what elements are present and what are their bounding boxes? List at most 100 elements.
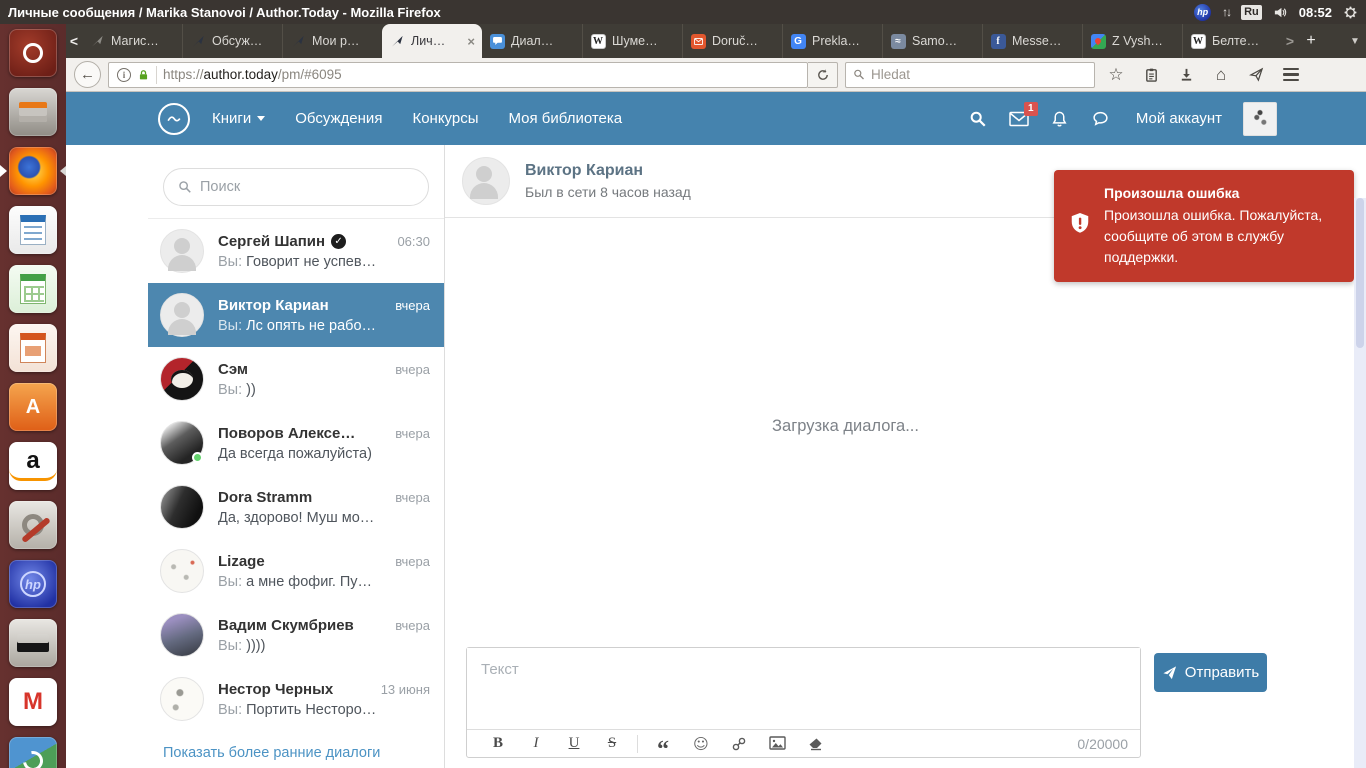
- dialog-item-3[interactable]: Поворов Алексе…вчераДа всегда пожалуйста…: [148, 411, 444, 475]
- dialog-search[interactable]: [163, 168, 429, 206]
- tab-close-icon[interactable]: ×: [467, 34, 475, 49]
- tab-label: Шуме…: [612, 34, 658, 48]
- url-bar[interactable]: i https://author.today/pm/#6095: [108, 62, 808, 88]
- all-tabs-icon[interactable]: ▼: [1344, 36, 1366, 47]
- wikipedia-favicon: W: [590, 33, 606, 49]
- browser-tab-active[interactable]: Лич…×: [382, 24, 482, 58]
- browser-tab-2[interactable]: Мои р…: [282, 24, 382, 58]
- browser-tab-8[interactable]: ≈Samo…: [882, 24, 982, 58]
- message-input[interactable]: [467, 648, 1140, 724]
- link-icon[interactable]: [720, 736, 758, 752]
- bold-icon[interactable]: B: [479, 735, 517, 752]
- ubuntu-software-icon[interactable]: A: [9, 383, 57, 431]
- account-label[interactable]: Мой аккаунт: [1136, 110, 1222, 127]
- dialog-avatar: [160, 549, 204, 593]
- hp-device-manager-icon[interactable]: hp: [9, 560, 57, 608]
- new-tab-button[interactable]: +: [1298, 32, 1324, 50]
- gmail-icon[interactable]: M: [9, 678, 57, 726]
- send-tab-icon[interactable]: [1242, 61, 1270, 89]
- browser-tab-6[interactable]: Doruč…: [682, 24, 782, 58]
- dialog-item-7[interactable]: Нестор Черных13 июняВы:Портить Несторо…: [148, 667, 444, 731]
- dialog-item-5[interactable]: LizageвчераВы:а мне фофиг. Пу…: [148, 539, 444, 603]
- dialog-search-input[interactable]: [200, 179, 414, 195]
- dialog-item-6[interactable]: Вадим СкумбриеввчераВы:)))): [148, 603, 444, 667]
- clock[interactable]: 08:52: [1299, 5, 1332, 20]
- nav-link-2[interactable]: Конкурсы: [412, 110, 478, 127]
- tab-scroll-right-icon[interactable]: >: [1282, 24, 1298, 58]
- nav-link-0[interactable]: Книги: [212, 110, 265, 127]
- shield-alert-icon: [1069, 212, 1091, 236]
- browser-tab-1[interactable]: Обсуж…: [182, 24, 282, 58]
- libreoffice-calc-icon[interactable]: [9, 265, 57, 313]
- system-settings-icon[interactable]: [9, 501, 57, 549]
- tab-label: Doruč…: [712, 34, 758, 48]
- amazon-icon[interactable]: a: [9, 442, 57, 490]
- bookmark-star-icon[interactable]: ☆: [1102, 61, 1130, 89]
- firefox-icon[interactable]: [9, 147, 57, 195]
- libreoffice-writer-icon[interactable]: [9, 206, 57, 254]
- search-bar[interactable]: [845, 62, 1095, 88]
- eraser-icon[interactable]: [796, 737, 834, 751]
- volume-icon[interactable]: [1273, 5, 1288, 20]
- site-search-icon[interactable]: [968, 109, 988, 129]
- nav-link-3[interactable]: Моя библиотека: [509, 110, 623, 127]
- back-button[interactable]: ←: [74, 61, 101, 88]
- online-dot: [192, 452, 203, 463]
- hp-tray-icon[interactable]: hp: [1194, 4, 1211, 21]
- facebook-favicon: f: [990, 33, 1006, 49]
- simple-scan-icon[interactable]: [9, 619, 57, 667]
- search-input[interactable]: [871, 67, 1087, 82]
- author-today-logo[interactable]: [158, 103, 190, 135]
- image-icon[interactable]: [758, 736, 796, 751]
- tab-scroll-left-icon[interactable]: <: [66, 24, 82, 58]
- dialog-avatar: [160, 613, 204, 657]
- comments-bubble-icon[interactable]: [1091, 109, 1111, 129]
- https-lock-icon[interactable]: [137, 68, 150, 82]
- desktop-top-panel: Личные сообщения / Marika Stanovoi / Aut…: [0, 0, 1366, 24]
- browser-tab-10[interactable]: Z Vysh…: [1082, 24, 1182, 58]
- dialog-item-2[interactable]: СэмвчераВы:)): [148, 347, 444, 411]
- browser-tab-4[interactable]: Диал…: [482, 24, 582, 58]
- library-icon[interactable]: [1137, 61, 1165, 89]
- browser-tab-5[interactable]: W Шуме…: [582, 24, 682, 58]
- smiley-icon[interactable]: ☺: [682, 735, 720, 753]
- home-icon[interactable]: ⌂: [1207, 61, 1235, 89]
- keyboard-layout-indicator[interactable]: Ru: [1241, 5, 1262, 20]
- tab-bar: < Магис…Обсуж…Мои р…Лич…×Диал… W Шуме… Doru…: [66, 24, 1366, 58]
- libreoffice-impress-icon[interactable]: [9, 324, 57, 372]
- underline-icon[interactable]: U: [555, 735, 593, 752]
- reload-icon[interactable]: [808, 62, 838, 88]
- browser-tab-7[interactable]: GPrekla…: [782, 24, 882, 58]
- page-scrollbar[interactable]: [1354, 198, 1366, 768]
- dialog-avatar: [160, 421, 204, 465]
- tab-label: Белте…: [1212, 34, 1259, 48]
- files-icon[interactable]: [9, 88, 57, 136]
- show-earlier-dialogs-link[interactable]: Показать более ранние диалоги: [163, 745, 380, 761]
- dialog-preview: Вы:)))): [218, 638, 430, 654]
- dialog-item-0[interactable]: Сергей Шапин✓06:30Вы:Говорит не успев…: [148, 219, 444, 283]
- quote-icon[interactable]: “: [644, 733, 682, 755]
- browser-tab-0[interactable]: Магис…: [82, 24, 182, 58]
- browser-tab-9[interactable]: fMesse…: [982, 24, 1082, 58]
- italic-icon[interactable]: I: [517, 735, 555, 752]
- peer-avatar[interactable]: [462, 157, 510, 205]
- strikethrough-icon[interactable]: S: [593, 735, 631, 752]
- network-arrows-icon[interactable]: ↑↓: [1222, 5, 1230, 19]
- page-info-icon[interactable]: i: [117, 68, 131, 82]
- ubuntu-dash-icon[interactable]: [9, 29, 57, 77]
- session-gear-icon[interactable]: [1343, 5, 1358, 20]
- messages-envelope-icon[interactable]: 1: [1009, 109, 1029, 129]
- software-updater-icon[interactable]: [9, 737, 57, 768]
- download-icon[interactable]: [1172, 61, 1200, 89]
- url-text[interactable]: https://author.today/pm/#6095: [163, 67, 342, 82]
- scrollbar-thumb[interactable]: [1356, 198, 1364, 348]
- menu-icon[interactable]: [1277, 61, 1305, 89]
- notifications-bell-icon[interactable]: [1050, 109, 1070, 129]
- dialog-item-4[interactable]: Dora StrammвчераДа, здорово! Муш мо…: [148, 475, 444, 539]
- nav-link-1[interactable]: Обсуждения: [295, 110, 382, 127]
- send-button[interactable]: Отправить: [1154, 653, 1267, 692]
- dialog-item-1[interactable]: Виктор КарианвчераВы:Лс опять не рабо…: [148, 283, 444, 347]
- browser-tab-11[interactable]: WБелте…: [1182, 24, 1282, 58]
- account-avatar[interactable]: [1243, 102, 1277, 136]
- peer-name[interactable]: Виктор Кариан: [525, 162, 691, 180]
